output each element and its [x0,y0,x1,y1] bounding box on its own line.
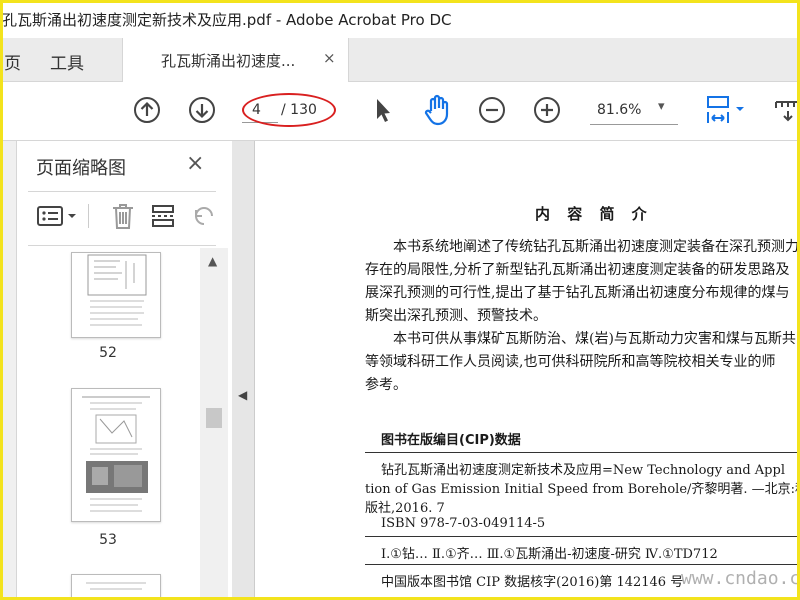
panel-title: 页面缩略图 [36,158,126,179]
delete-pages-button[interactable] [110,200,136,232]
cip-line: Ⅰ.①钻… Ⅱ.①齐… Ⅲ.①瓦斯涌出-初速度-研究 Ⅳ.①TD712 [381,547,718,562]
collapse-panel-icon[interactable]: ◀ [238,388,247,402]
zoom-select[interactable]: 81.6% ▾ [590,95,678,125]
document-tab-label: 孔瓦斯涌出初速度... [161,52,296,70]
extract-pages-button[interactable] [150,200,178,232]
plus-circle-icon [534,97,560,123]
hand-icon [424,94,449,126]
cip-line: 钻孔瓦斯涌出初速度测定新技术及应用=New Technology and App… [381,463,785,478]
divider [28,191,216,192]
menu-tools[interactable]: 工具 [50,49,84,74]
paragraph-line: 本书系统地阐述了传统钻孔瓦斯涌出初速度测定装备在深孔预测力 [393,239,799,255]
divider [365,452,800,453]
page-preview-image [82,396,150,512]
cip-line: ISBN 978-7-03-049114-5 [381,516,546,531]
zoom-out-button[interactable] [475,93,509,127]
cip-heading: 图书在版编目(CIP)数据 [381,433,521,448]
hand-tool-button[interactable] [420,93,454,127]
close-panel-button[interactable]: × [186,151,204,176]
scroll-up-icon[interactable]: ▲ [208,254,217,268]
divider [365,536,800,537]
extract-pages-icon [152,205,174,227]
chevron-down-icon: ▾ [658,99,665,114]
rotate-icon [195,207,213,225]
cip-line: 中国版本图书馆 CIP 数据核字(2016)第 142146 号 [381,575,684,590]
menu-bar: 页 工具 [0,38,800,82]
menu-home[interactable]: 页 [4,49,21,74]
fit-page-button[interactable] [700,93,750,127]
previous-page-button[interactable] [130,93,164,127]
rotate-button[interactable] [192,200,216,232]
fit-width-icon [707,96,744,123]
trash-icon [113,204,133,229]
paragraph-line: 等领域科研工作人员阅读,也可供科研院所和高等院校相关专业的师 [365,354,776,370]
watermark: www.cndao.com [681,568,800,589]
section-heading: 内 容 简 介 [535,205,653,223]
arrow-up-circle-icon [134,97,160,123]
thumbnail-page-number: 53 [99,532,117,548]
panel-splitter[interactable]: ◀ [232,141,255,600]
thumbnail-list: 52 53 [16,248,200,600]
paragraph-line: 本书可供从事煤矿瓦斯防治、煤(岩)与瓦斯动力灾害和煤与瓦斯共 [393,331,796,347]
select-tool-button[interactable] [365,93,399,127]
window-title: 孔瓦斯涌出初速度测定新技术及应用.pdf - Adobe Acrobat Pro… [2,11,452,29]
divider [28,245,216,246]
divider [365,564,800,565]
zoom-value: 81.6% [597,102,642,118]
left-rail [0,141,17,600]
paragraph-line: 展深孔预测的可行性,提出了基于钻孔瓦斯涌出初速度分布规律的煤与 [365,285,790,301]
minus-circle-icon [479,97,505,123]
annotation-oval [242,93,336,127]
page-preview-image [87,254,147,326]
list-options-icon [37,206,76,226]
thumbnail-page-number: 52 [99,345,117,361]
cursor-arrow-icon [377,99,390,122]
paragraph-line: 存在的局限性,分析了新型钻孔瓦斯涌出初速度测定装备的研发思路及 [365,262,790,278]
paragraph-line: 参考。 [365,377,407,393]
keyboard-tools-icon [775,101,800,122]
more-tools-button[interactable] [770,93,800,127]
page-preview-image [86,582,146,590]
title-bar: 孔瓦斯涌出初速度测定新技术及应用.pdf - Adobe Acrobat Pro… [0,0,800,38]
next-page-button[interactable] [185,93,219,127]
page-thumbnail[interactable] [71,574,161,600]
zoom-in-button[interactable] [530,93,564,127]
page-thumbnail[interactable] [71,252,161,338]
thumbnail-scrollbar[interactable]: ▲ [200,248,228,600]
close-tab-button[interactable]: × [323,49,336,67]
paragraph-line: 斯突出深孔预测、预警技术。 [365,308,547,324]
cip-line: tion of Gas Emission Initial Speed from … [365,482,800,497]
document-view[interactable]: 内 容 简 介 本书系统地阐述了传统钻孔瓦斯涌出初速度测定装备在深孔预测力 存在… [255,141,800,600]
toolbar-divider [88,204,89,228]
cip-line: 版社,2016. 7 [365,501,445,516]
scrollbar-thumb[interactable] [206,408,222,428]
document-tab[interactable]: 孔瓦斯涌出初速度... × [122,38,349,82]
zoom-underline [590,124,678,125]
page-thumbnail[interactable] [71,388,161,522]
arrow-down-circle-icon [189,97,215,123]
options-menu-button[interactable] [36,200,80,232]
toolbar [0,82,800,141]
